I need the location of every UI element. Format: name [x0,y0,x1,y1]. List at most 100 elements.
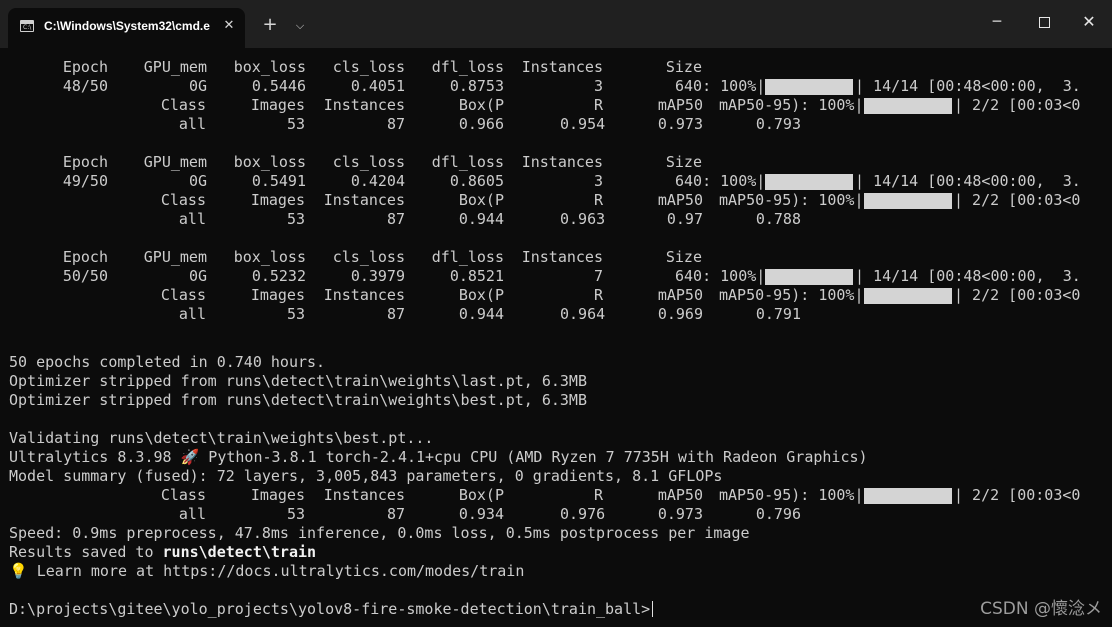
results-path: runs\detect\train [162,543,317,561]
maximize-button[interactable] [1021,8,1067,36]
epoch-header-row: Epoch GPU_mem box_loss cls_loss dfl_loss Inst… [0,248,1112,267]
new-tab-button[interactable]: + [258,14,282,38]
val-boxp: 0.934 [458,505,504,523]
col-map50: mAP50 [657,286,703,304]
gpu-mem-value: 0G [188,267,207,285]
val-row: all 53 87 0.944 0.963 0.97 0.788 [0,210,1112,229]
close-window-button[interactable]: ✕ [1066,8,1112,36]
ultralytics-version-line: Ultralytics 8.3.98 🚀 Python-3.8.1 torch-… [9,448,868,466]
dfl-loss-value: 0.8753 [449,77,504,95]
speed-line: Speed: 0.9ms preprocess, 47.8ms inferenc… [9,524,750,542]
tab-title: C:\Windows\System32\cmd.e [44,19,210,33]
optimizer-stripped-best: Optimizer stripped from runs\detect\trai… [9,391,587,409]
col-instances: Instances [521,153,603,171]
epoch-value: 48/50 [62,77,108,95]
train-row: 50/50 0G 0.5232 0.3979 0.8521 7 640: 100%| | 14… [0,267,1112,286]
val-class: all [178,210,206,228]
val-images: 53 [286,210,305,228]
val-class: all [178,115,206,133]
col-boxp: Box(P [458,286,504,304]
chevron-down-icon[interactable]: ⌵ [289,14,311,38]
progress-bar [864,98,952,114]
col-boxp: Box(P [458,191,504,209]
box-loss-value: 0.5446 [251,77,306,95]
val-boxp: 0.966 [458,115,504,133]
col-map50: mAP50 [657,191,703,209]
col-cls-loss: cls_loss [332,153,405,171]
col-instances: Instances [323,191,405,209]
col-map50-95: mAP50-95): 100%| [719,286,864,304]
instances-value: 7 [593,267,603,285]
tab-cmd[interactable]: C:\ C:\Windows\System32\cmd.e ✕ [8,8,245,48]
size-progress-label: 640: 100%| [675,267,766,285]
command-prompt[interactable]: D:\projects\gitee\yolo_projects\yolov8-f… [9,600,654,619]
col-box-loss: box_loss [233,248,306,266]
col-instances: Instances [521,58,603,76]
val-map50-95: 0.788 [755,210,801,228]
col-map50-95: mAP50-95): 100%| [719,486,864,504]
train-row: 48/50 0G 0.5446 0.4051 0.8753 3 640: 100%| | 14… [0,77,1112,96]
val-row: all 53 87 0.966 0.954 0.973 0.793 [0,115,1112,134]
minimize-button[interactable]: ─ [974,8,1020,36]
val-map50: 0.973 [657,505,703,523]
col-size: Size [665,153,702,171]
val-instances: 87 [386,305,405,323]
col-boxp: Box(P [458,486,504,504]
col-r: R [593,96,603,114]
col-size: Size [665,58,702,76]
optimizer-stripped-last: Optimizer stripped from runs\detect\trai… [9,372,587,390]
val-header-row: Class Images Instances Box(P RmAP50 mAP50-95)… [0,96,1112,115]
instances-value: 3 [593,172,603,190]
text-cursor [652,601,654,617]
col-map50-95: mAP50-95): 100%| [719,96,864,114]
val-images: 53 [286,115,305,133]
val-r: 0.954 [560,115,606,133]
col-class: Class [160,286,206,304]
val-instances: 87 [386,210,405,228]
val-class: all [178,505,206,523]
epoch-value: 49/50 [62,172,108,190]
val-map50: 0.969 [657,305,703,323]
results-prefix: Results saved to [9,543,163,561]
val-progress-tail: | 2/2 [00:03<0 [954,96,1081,114]
terminal-output[interactable]: Epoch GPU_mem box_loss cls_loss dfl_loss Inst… [0,48,1112,627]
val-images: 53 [286,305,305,323]
progress-bar [765,79,853,95]
maximize-icon [1038,17,1050,28]
dfl-loss-value: 0.8521 [449,267,504,285]
col-images: Images [250,286,305,304]
watermark: CSDN @懷淰メ [980,599,1102,619]
gpu-mem-value: 0G [188,77,207,95]
box-loss-value: 0.5232 [251,267,306,285]
train-progress-tail: | 14/14 [00:48<00:00, 3. [855,267,1081,285]
val-instances: 87 [386,115,405,133]
col-map50: mAP50 [657,96,703,114]
val-map50-95: 0.796 [755,505,801,523]
col-r: R [593,486,603,504]
train-row: 49/50 0G 0.5491 0.4204 0.8605 3 640: 100%| | 14… [0,172,1112,191]
validating-line: Validating runs\detect\train\weights\bes… [9,429,434,447]
val-header-row: Class Images Instances Box(P RmAP50 mAP50-95)… [0,191,1112,210]
col-images: Images [250,96,305,114]
train-progress-tail: | 14/14 [00:48<00:00, 3. [855,77,1081,95]
val-row: all 53 87 0.944 0.964 0.969 0.791 [0,305,1112,324]
prompt-path: D:\projects\gitee\yolo_projects\yolov8-f… [9,600,651,618]
val-map50-95: 0.791 [755,305,801,323]
col-instances: Instances [521,248,603,266]
title-bar: C:\ C:\Windows\System32\cmd.e ✕ + ⌵ ─ ✕ [0,0,1112,48]
gpu-mem-value: 0G [188,172,207,190]
val-instances: 87 [386,505,405,523]
instances-value: 3 [593,77,603,95]
progress-bar [864,288,952,304]
val-r: 0.964 [560,305,606,323]
model-summary-line: Model summary (fused): 72 layers, 3,005,… [9,467,723,485]
col-gpu-mem: GPU_mem [143,248,207,266]
box-loss-value: 0.5491 [251,172,306,190]
col-cls-loss: cls_loss [332,248,405,266]
col-dfl-loss: dfl_loss [431,153,504,171]
epoch-header-row: Epoch GPU_mem box_loss cls_loss dfl_loss Inst… [0,153,1112,172]
col-boxp: Box(P [458,96,504,114]
cls-loss-value: 0.4204 [350,172,405,190]
col-gpu-mem: GPU_mem [143,153,207,171]
close-tab-icon[interactable]: ✕ [220,17,238,35]
